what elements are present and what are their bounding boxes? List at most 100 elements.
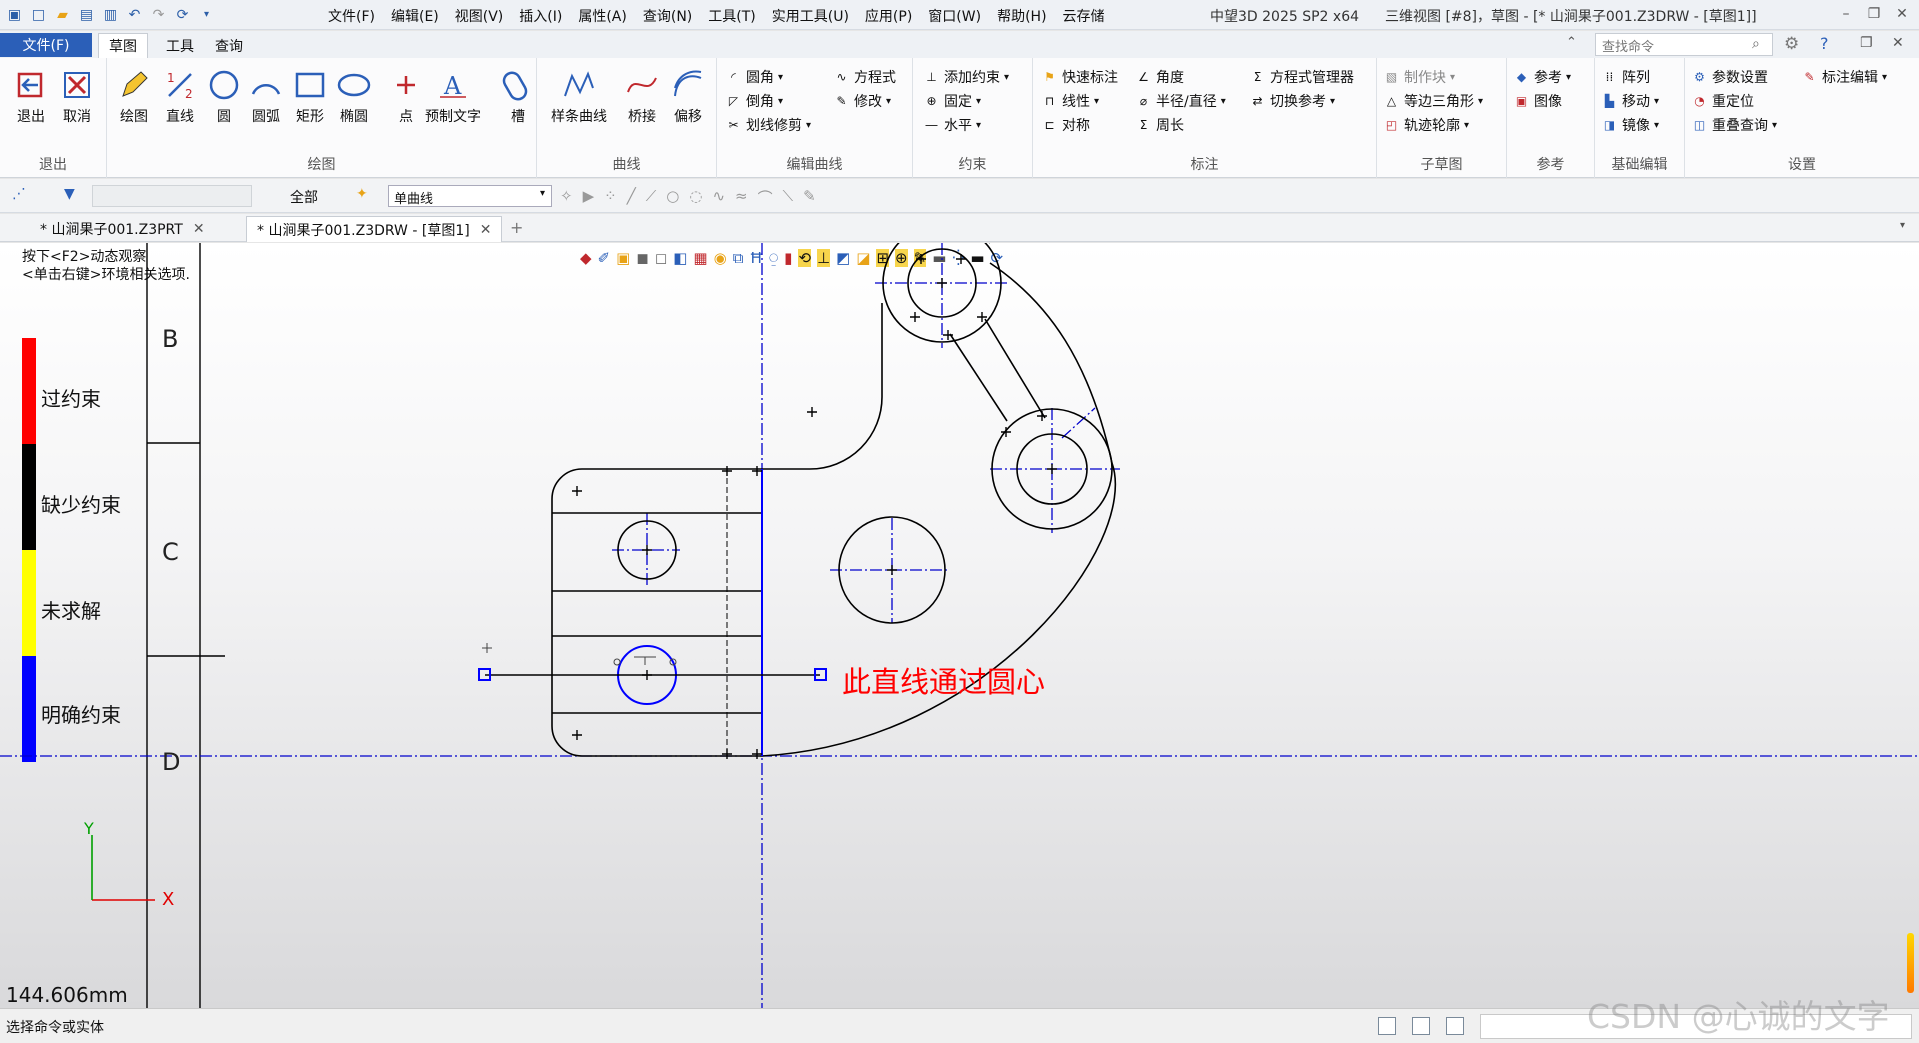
tab-tools[interactable]: 工具 — [156, 33, 204, 58]
tab-query[interactable]: 查询 — [205, 33, 253, 58]
cancel-button[interactable]: 取消 — [58, 66, 96, 126]
ribbon-close-icon[interactable]: ✕ — [1892, 35, 1904, 51]
image-button[interactable]: ▣ 图像 — [1513, 90, 1562, 112]
curve-type-select[interactable]: 单曲线 — [388, 185, 552, 207]
new-file-icon[interactable]: □ — [28, 4, 49, 25]
status-view-icon[interactable] — [1378, 1017, 1396, 1035]
make-block-button[interactable]: ▧ 制作块 ▾ — [1383, 66, 1455, 88]
reference-button[interactable]: ◆ 参考 ▾ — [1513, 66, 1571, 88]
filter-all-label[interactable]: 全部 — [290, 187, 318, 207]
snap-circle-icon[interactable]: ○ — [666, 187, 679, 208]
radius-diameter-button[interactable]: ⌀ 半径/直径 ▾ — [1135, 90, 1226, 112]
dimension-edit-button[interactable]: ✎ 标注编辑 ▾ — [1801, 66, 1887, 88]
filter-list-combo[interactable] — [92, 185, 252, 207]
menu-window[interactable]: 窗口(W) — [920, 5, 989, 27]
gear-icon[interactable]: ⚙ — [1784, 34, 1799, 54]
menu-insert[interactable]: 插入(I) — [511, 5, 570, 27]
status-list-icon[interactable] — [1446, 1017, 1464, 1035]
preset-text-button[interactable]: A 预制文字 — [425, 66, 481, 126]
angle-button[interactable]: ∠ 角度 — [1135, 66, 1184, 88]
close-icon[interactable]: ✕ — [1889, 3, 1915, 25]
menu-apps[interactable]: 应用(P) — [857, 5, 920, 27]
snap-play-icon[interactable]: ▶ — [583, 187, 595, 208]
ribbon-restore-icon[interactable]: ❐ — [1860, 35, 1873, 51]
menu-utilities[interactable]: 实用工具(U) — [764, 5, 857, 27]
circle-button[interactable]: 圆 — [205, 66, 243, 126]
help-icon[interactable]: ? — [1820, 34, 1829, 53]
ellipse-button[interactable]: 椭圆 — [335, 66, 373, 126]
toggle-reference-button[interactable]: ⇄ 切换参考 ▾ — [1249, 90, 1335, 112]
parameter-settings-button[interactable]: ⚙ 参数设置 — [1691, 66, 1768, 88]
quick-dimension-button[interactable]: ⚑ 快速标注 — [1041, 66, 1118, 88]
filter-icon[interactable]: ▼ — [64, 186, 75, 202]
exit-button[interactable]: 退出 — [12, 66, 50, 126]
snap-diag-icon[interactable]: ⟍ — [783, 187, 794, 208]
refresh-icon[interactable]: ⟳ — [172, 4, 193, 25]
mirror-button[interactable]: ◨ 镜像 ▾ — [1601, 114, 1659, 136]
close-tab-icon[interactable]: ✕ — [193, 221, 205, 237]
menu-cloud[interactable]: 云存储 — [1055, 5, 1113, 27]
vertical-scrollbar[interactable] — [1907, 933, 1914, 993]
overlap-query-button[interactable]: ◫ 重叠查询 ▾ — [1691, 114, 1777, 136]
snap-ring-icon[interactable]: ◌ — [689, 187, 702, 208]
equation-manager-button[interactable]: Σ 方程式管理器 — [1249, 66, 1354, 88]
point-button[interactable]: 点 — [387, 66, 425, 126]
file-tab[interactable]: 文件(F) — [0, 33, 92, 57]
equation-curve-button[interactable]: ∿ 方程式 — [833, 66, 896, 88]
menu-attribute[interactable]: 属性(A) — [570, 5, 635, 27]
snap-line-icon[interactable]: ╱ — [627, 187, 636, 208]
snap-wave-icon[interactable]: ∿ — [712, 187, 725, 208]
fillet-button[interactable]: ◜ 圆角 ▾ — [725, 66, 783, 88]
snap-wave2-icon[interactable]: ≈ — [735, 187, 748, 208]
tab-list-icon[interactable]: ▾ — [1900, 220, 1905, 231]
bridge-button[interactable]: 桥接 — [623, 66, 661, 126]
modify-button[interactable]: ✎ 修改 ▾ — [833, 90, 891, 112]
trim-button[interactable]: ✂ 划线修剪 ▾ — [725, 114, 811, 136]
new-tab-icon[interactable]: + — [510, 218, 523, 237]
fix-button[interactable]: ⊕ 固定 ▾ — [923, 90, 981, 112]
snap-point-icon[interactable]: ✧ — [560, 187, 573, 208]
rectangle-button[interactable]: 矩形 — [291, 66, 329, 126]
menu-tools[interactable]: 工具(T) — [700, 5, 763, 27]
doc-tab-part[interactable]: * 山涧果子001.Z3PRT ✕ — [30, 216, 215, 242]
tab-sketch[interactable]: 草图 — [98, 33, 148, 58]
close-tab-icon[interactable]: ✕ — [480, 222, 492, 238]
track-profile-button[interactable]: ◰ 轨迹轮廓 ▾ — [1383, 114, 1469, 136]
status-display-icon[interactable] — [1412, 1017, 1430, 1035]
print-icon[interactable]: ▥ — [100, 4, 121, 25]
perimeter-button[interactable]: Σ 周长 — [1135, 114, 1184, 136]
restore-icon[interactable]: ❐ — [1861, 3, 1887, 25]
minimize-icon[interactable]: – — [1833, 3, 1859, 25]
linear-dimension-button[interactable]: ⊓ 线性 ▾ — [1041, 90, 1099, 112]
snap-cross-icon[interactable]: ⟋ — [646, 187, 657, 208]
menu-query[interactable]: 查询(N) — [635, 5, 700, 27]
add-constraint-button[interactable]: ⊥ 添加约束 ▾ — [923, 66, 1009, 88]
chamfer-button[interactable]: ◸ 倒角 ▾ — [725, 90, 783, 112]
save-icon[interactable]: ▤ — [76, 4, 97, 25]
arc-button[interactable]: 圆弧 — [247, 66, 285, 126]
symmetric-button[interactable]: ⊏ 对称 — [1041, 114, 1090, 136]
draw-button[interactable]: 绘图 — [115, 66, 153, 126]
horizontal-button[interactable]: ― 水平 ▾ — [923, 114, 982, 136]
spline-button[interactable]: 样条曲线 — [551, 66, 607, 126]
menu-file[interactable]: 文件(F) — [320, 5, 383, 27]
redo-icon[interactable]: ↷ — [148, 4, 169, 25]
relocate-button[interactable]: ◔ 重定位 — [1691, 90, 1754, 112]
snap-brush-icon[interactable]: ✎ — [803, 187, 816, 208]
open-folder-icon[interactable]: ▰ — [52, 4, 73, 25]
select-mode-icon[interactable]: ⋰ — [12, 186, 26, 202]
offset-button[interactable]: 偏移 — [669, 66, 707, 126]
snap-grid-icon[interactable]: ⁘ — [604, 187, 617, 208]
qat-dropdown-icon[interactable]: ▾ — [196, 4, 217, 25]
curve-type-dropdown-icon[interactable]: ▾ — [540, 188, 545, 199]
pick-filter-icon[interactable]: ✦ — [356, 186, 368, 202]
undo-icon[interactable]: ↶ — [124, 4, 145, 25]
slot-button[interactable]: 槽 — [499, 66, 537, 126]
move-button[interactable]: ▙ 移动 ▾ — [1601, 90, 1659, 112]
menu-edit[interactable]: 编辑(E) — [383, 5, 447, 27]
command-search-input[interactable]: 查找命令 — [1595, 33, 1773, 56]
snap-arc-icon[interactable]: ⌒ — [758, 187, 773, 208]
search-icon[interactable]: ⌕ — [1752, 36, 1760, 52]
collapse-ribbon-icon[interactable]: ⌃ — [1566, 35, 1577, 50]
pattern-button[interactable]: ⁞⁞ 阵列 — [1601, 66, 1650, 88]
